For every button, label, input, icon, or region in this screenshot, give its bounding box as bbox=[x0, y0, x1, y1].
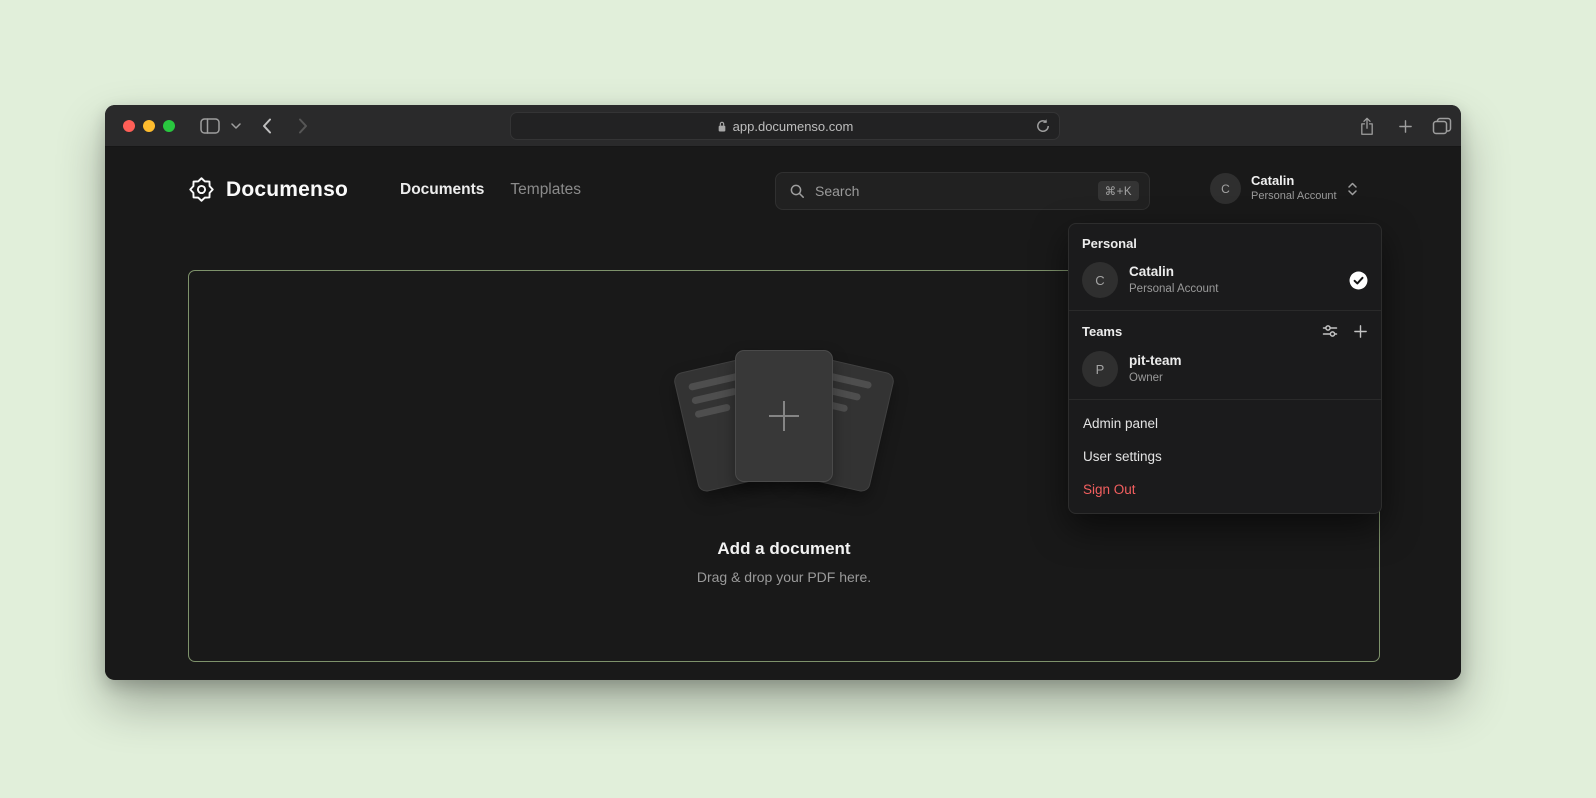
personal-heading: Personal bbox=[1082, 236, 1368, 251]
address-bar[interactable]: app.documenso.com bbox=[510, 112, 1060, 140]
sidebar-chevron-down-icon[interactable] bbox=[229, 105, 243, 147]
tab-overview-icon[interactable] bbox=[1429, 105, 1455, 147]
nav-item-templates[interactable]: Templates bbox=[510, 181, 581, 199]
close-window-button[interactable] bbox=[123, 120, 135, 132]
main-nav: Documents Templates bbox=[400, 181, 581, 199]
avatar: P bbox=[1082, 351, 1118, 387]
forward-button[interactable] bbox=[293, 105, 313, 147]
illustration-card-center bbox=[735, 350, 833, 482]
team-item[interactable]: P pit-team Owner bbox=[1082, 351, 1368, 387]
reload-icon[interactable] bbox=[1035, 118, 1051, 137]
account-menu-trigger[interactable]: C Catalin Personal Account bbox=[1210, 173, 1358, 204]
search-icon bbox=[789, 183, 805, 199]
new-tab-icon[interactable] bbox=[1393, 105, 1417, 147]
window-controls bbox=[123, 120, 175, 132]
documents-illustration bbox=[669, 347, 899, 507]
search-shortcut-badge: ⌘+K bbox=[1098, 181, 1139, 201]
browser-titlebar: app.documenso.com bbox=[105, 105, 1461, 147]
menu-section-teams: Teams P pit-team Owner bbox=[1069, 311, 1381, 399]
team-role: Owner bbox=[1129, 370, 1182, 386]
dropzone-title: Add a document bbox=[717, 539, 850, 559]
personal-account-name: Catalin bbox=[1129, 263, 1219, 281]
brand-name: Documenso bbox=[226, 178, 348, 202]
menu-section-personal: Personal C Catalin Personal Account bbox=[1069, 224, 1381, 310]
sidebar-toggle-icon[interactable] bbox=[197, 105, 223, 147]
nav-item-documents[interactable]: Documents bbox=[400, 181, 484, 199]
search-placeholder: Search bbox=[815, 183, 1088, 199]
personal-account-item[interactable]: C Catalin Personal Account bbox=[1082, 262, 1368, 298]
share-icon[interactable] bbox=[1355, 105, 1379, 147]
manage-teams-icon[interactable] bbox=[1322, 323, 1338, 339]
back-button[interactable] bbox=[257, 105, 277, 147]
avatar: C bbox=[1082, 262, 1118, 298]
avatar: C bbox=[1210, 173, 1241, 204]
account-name: Catalin bbox=[1251, 173, 1337, 189]
dropzone-subtitle: Drag & drop your PDF here. bbox=[697, 569, 871, 585]
zoom-window-button[interactable] bbox=[163, 120, 175, 132]
check-circle-icon bbox=[1349, 271, 1368, 290]
account-dropdown-menu: Personal C Catalin Personal Account Team… bbox=[1068, 223, 1382, 514]
teams-heading: Teams bbox=[1082, 324, 1122, 339]
menu-item-user-settings[interactable]: User settings bbox=[1069, 440, 1381, 473]
menu-item-sign-out[interactable]: Sign Out bbox=[1069, 473, 1381, 506]
documenso-logo-icon bbox=[188, 176, 215, 203]
url-text: app.documenso.com bbox=[733, 119, 854, 134]
lock-icon bbox=[717, 120, 727, 133]
app-content: Documenso Documents Templates Search ⌘+K… bbox=[105, 147, 1461, 679]
minimize-window-button[interactable] bbox=[143, 120, 155, 132]
browser-window: app.documenso.com Documenso Documents bbox=[105, 105, 1461, 680]
personal-account-subtitle: Personal Account bbox=[1129, 281, 1219, 297]
menu-item-admin-panel[interactable]: Admin panel bbox=[1069, 407, 1381, 440]
add-team-icon[interactable] bbox=[1353, 324, 1368, 339]
search-input[interactable]: Search ⌘+K bbox=[775, 172, 1150, 210]
menu-actions: Admin panel User settings Sign Out bbox=[1069, 400, 1381, 513]
team-name: pit-team bbox=[1129, 352, 1182, 370]
brand[interactable]: Documenso bbox=[188, 176, 348, 203]
plus-icon bbox=[769, 401, 799, 431]
chevron-up-down-icon bbox=[1347, 181, 1358, 197]
account-subtitle: Personal Account bbox=[1251, 189, 1337, 203]
